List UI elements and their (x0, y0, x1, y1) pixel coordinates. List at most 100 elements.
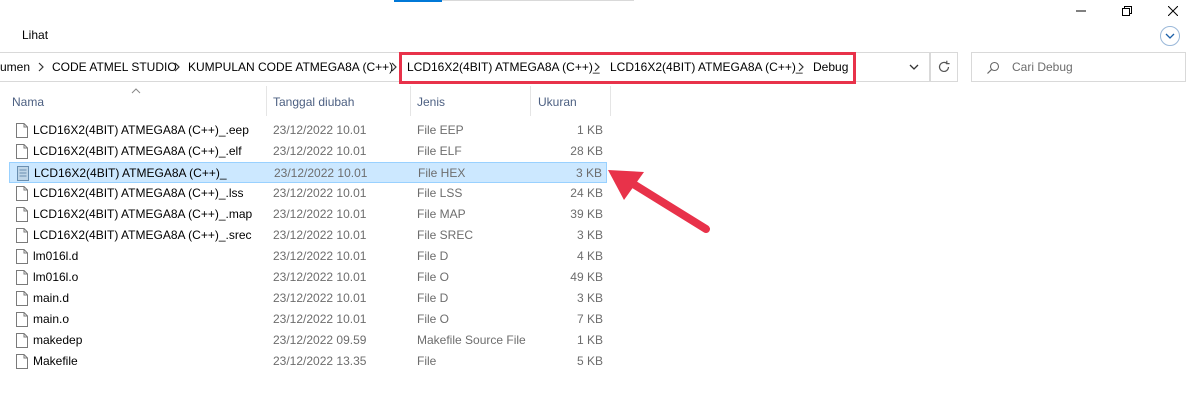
search-placeholder: Cari Debug (1012, 60, 1073, 74)
file-date-modified: 23/12/2022 10.01 (273, 249, 367, 263)
file-type: File MAP (417, 207, 466, 221)
file-name: LCD16X2(4BIT) ATMEGA8A (C++)_.lss (33, 186, 244, 200)
file-size: 3 KB (576, 291, 603, 305)
file-type: File ELF (417, 144, 462, 158)
close-icon (1168, 6, 1178, 16)
file-name: LCD16X2(4BIT) ATMEGA8A (C++)_.elf (33, 144, 242, 158)
file-row[interactable]: main.o 23/12/2022 10.01 File O 7 KB (9, 309, 607, 330)
file-type: File O (417, 270, 450, 284)
file-row[interactable]: LCD16X2(4BIT) ATMEGA8A (C++)_.eep 23/12/2… (9, 120, 607, 141)
file-name: main.d (33, 291, 70, 305)
breadcrumb-item[interactable]: umen (0, 60, 30, 74)
file-size: 7 KB (576, 312, 603, 326)
expand-ribbon-button[interactable] (1160, 26, 1180, 46)
column-divider[interactable] (410, 86, 411, 116)
sort-ascending-icon (131, 88, 141, 94)
file-type: File LSS (417, 186, 463, 200)
file-date-modified: 23/12/2022 10.01 (273, 144, 367, 158)
file-date-modified: 23/12/2022 09.59 (273, 333, 367, 347)
chevron-right-icon (38, 62, 44, 72)
column-divider[interactable] (610, 86, 611, 116)
breadcrumb-item[interactable]: CODE ATMEL STUDIO (52, 60, 177, 74)
minimize-icon (1076, 10, 1086, 12)
file-row[interactable]: lm016l.o 23/12/2022 10.01 File O 49 KB (9, 267, 607, 288)
search-icon (987, 61, 1000, 74)
chevron-right-icon (391, 62, 397, 72)
column-header-date[interactable]: Tanggal diubah (273, 95, 354, 109)
column-header-name[interactable]: Nama (12, 95, 44, 109)
file-name: Makefile (33, 354, 78, 368)
column-header-size[interactable]: Ukuran (538, 95, 577, 109)
document-file-icon (16, 312, 28, 327)
address-history-dropdown[interactable] (903, 57, 925, 77)
column-divider[interactable] (266, 86, 267, 116)
file-name: lm016l.d (33, 249, 79, 263)
document-file-icon (16, 333, 28, 348)
file-row[interactable]: LCD16X2(4BIT) ATMEGA8A (C++)_.lss 23/12/2… (9, 183, 607, 204)
tab-accent-bar (394, 0, 442, 2)
file-size: 28 KB (570, 144, 603, 158)
breadcrumb-item[interactable]: KUMPULAN CODE ATMEGA8A (C++) (188, 60, 393, 74)
refresh-button[interactable] (930, 52, 958, 82)
file-date-modified: 23/12/2022 10.01 (273, 207, 367, 221)
restore-button[interactable] (1104, 0, 1150, 22)
file-name: LCD16X2(4BIT) ATMEGA8A (C++)_ (34, 166, 227, 180)
file-type: File EEP (417, 123, 464, 137)
file-row-selected[interactable]: LCD16X2(4BIT) ATMEGA8A (C++)_ 23/12/2022 … (9, 162, 607, 183)
search-box[interactable]: Cari Debug (971, 52, 1186, 82)
file-type: File HEX (418, 166, 466, 180)
chevron-down-icon (909, 64, 919, 70)
document-file-icon (16, 207, 28, 222)
file-date-modified: 23/12/2022 10.01 (273, 186, 367, 200)
file-date-modified: 23/12/2022 10.01 (273, 270, 367, 284)
file-name: main.o (33, 312, 70, 326)
chevron-down-icon (1165, 33, 1175, 39)
file-name: LCD16X2(4BIT) ATMEGA8A (C++)_.eep (33, 123, 249, 137)
file-date-modified: 23/12/2022 13.35 (273, 354, 367, 368)
document-file-icon (16, 123, 28, 138)
file-date-modified: 23/12/2022 10.01 (273, 228, 367, 242)
file-size: 1 KB (576, 123, 603, 137)
file-date-modified: 23/12/2022 10.01 (274, 166, 368, 180)
file-row[interactable]: LCD16X2(4BIT) ATMEGA8A (C++)_.map 23/12/2… (9, 204, 607, 225)
file-row[interactable]: Makefile 23/12/2022 13.35 File 5 KB (9, 351, 607, 372)
file-name: makedep (33, 333, 83, 347)
column-header-row: Nama Tanggal diubah Jenis Ukuran (0, 86, 612, 116)
refresh-icon (938, 60, 950, 73)
file-type: File (417, 354, 437, 368)
document-file-icon (16, 249, 28, 264)
annotation-arrow (608, 170, 710, 233)
vertical-scrollbar[interactable] (1186, 48, 1197, 403)
document-file-icon (16, 186, 28, 201)
file-row[interactable]: LCD16X2(4BIT) ATMEGA8A (C++)_.srec 23/12/… (9, 225, 607, 246)
file-type: File D (417, 291, 449, 305)
file-row[interactable]: LCD16X2(4BIT) ATMEGA8A (C++)_.elf 23/12/2… (9, 141, 607, 162)
file-size: 3 KB (575, 166, 602, 180)
minimize-button[interactable] (1058, 0, 1104, 22)
file-size: 4 KB (576, 249, 603, 263)
chevron-right-icon (174, 62, 180, 72)
ribbon-tab-view[interactable]: Lihat (22, 28, 48, 42)
document-file-icon (16, 144, 28, 159)
file-name: LCD16X2(4BIT) ATMEGA8A (C++)_.map (33, 207, 253, 221)
ribbon: Lihat (0, 22, 1197, 48)
close-button[interactable] (1150, 0, 1196, 22)
title-bar (0, 0, 1197, 22)
file-date-modified: 23/12/2022 10.01 (273, 123, 367, 137)
hex-file-icon (17, 166, 29, 181)
column-divider[interactable] (530, 86, 531, 116)
file-row[interactable]: lm016l.d 23/12/2022 10.01 File D 4 KB (9, 246, 607, 267)
tab-divider-line (442, 0, 634, 1)
annotation-highlight-box (399, 52, 856, 84)
file-row[interactable]: makedep 23/12/2022 09.59 Makefile Source F… (9, 330, 607, 351)
file-date-modified: 23/12/2022 10.01 (273, 291, 367, 305)
file-type: File D (417, 249, 449, 263)
file-date-modified: 23/12/2022 10.01 (273, 312, 367, 326)
file-name: lm016l.o (33, 270, 79, 284)
file-row[interactable]: main.d 23/12/2022 10.01 File D 3 KB (9, 288, 607, 309)
restore-icon (1122, 6, 1132, 16)
file-size: 5 KB (576, 354, 603, 368)
column-header-type[interactable]: Jenis (417, 95, 445, 109)
file-name: LCD16X2(4BIT) ATMEGA8A (C++)_.srec (33, 228, 252, 242)
file-size: 49 KB (570, 270, 603, 284)
